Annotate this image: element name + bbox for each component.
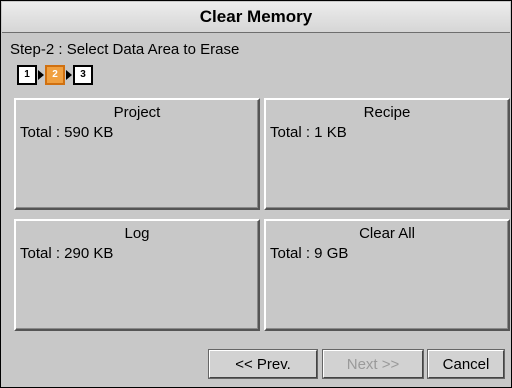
step-arrow-icon: [66, 70, 72, 80]
tile-title: Log: [124, 225, 150, 242]
recipe-tile-button[interactable]: Recipe Total : 1 KB: [264, 98, 510, 210]
step-label: Step-2 : Select Data Area to Erase: [10, 41, 240, 58]
tile-total: Total : 1 KB: [270, 124, 347, 141]
tile-title: Project: [113, 104, 161, 121]
step-3: 3: [73, 65, 93, 85]
project-tile-button[interactable]: Project Total : 590 KB: [14, 98, 260, 210]
step-2-current: 2: [45, 65, 65, 85]
next-button[interactable]: Next >>: [323, 350, 423, 378]
prev-button[interactable]: << Prev.: [209, 350, 317, 378]
clear-all-tile-button[interactable]: Clear All Total : 9 GB: [264, 219, 510, 331]
step-1: 1: [17, 65, 37, 85]
dialog-title: Clear Memory: [2, 2, 510, 33]
log-tile-button[interactable]: Log Total : 290 KB: [14, 219, 260, 331]
step-arrow-icon: [38, 70, 44, 80]
tile-total: Total : 590 KB: [20, 124, 114, 141]
cancel-button[interactable]: Cancel: [428, 350, 504, 378]
clear-memory-dialog: Clear Memory Step-2 : Select Data Area t…: [0, 0, 512, 388]
tile-title: Recipe: [363, 104, 411, 121]
tile-total: Total : 290 KB: [20, 245, 114, 262]
tile-title: Clear All: [359, 225, 415, 242]
tile-total: Total : 9 GB: [270, 245, 349, 262]
